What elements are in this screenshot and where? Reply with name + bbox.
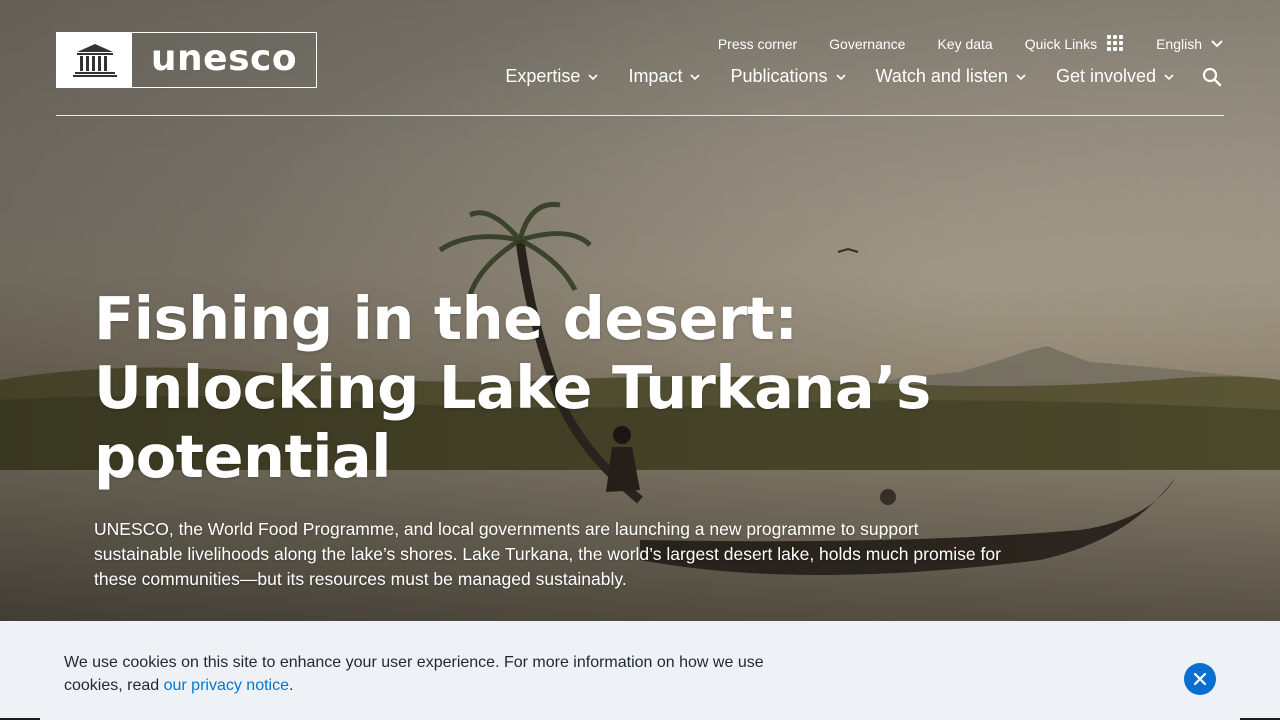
close-icon <box>1193 672 1207 686</box>
language-selector[interactable]: English <box>1156 36 1224 52</box>
cookie-message: We use cookies on this site to enhance y… <box>64 651 784 697</box>
chevron-down-icon <box>1164 73 1174 80</box>
nav-get-involved[interactable]: Get involved <box>1056 66 1174 87</box>
chevron-down-icon <box>588 73 599 80</box>
privacy-notice-link[interactable]: our privacy notice <box>164 677 289 694</box>
governance-link[interactable]: Governance <box>829 36 905 52</box>
logo-wordmark: unesco <box>150 37 298 79</box>
cookie-banner: We use cookies on this site to enhance y… <box>0 621 1280 720</box>
nav-watch-and-listen[interactable]: Watch and listen <box>876 66 1026 87</box>
page-title: Fishing in the desert: Unlocking Lake Tu… <box>94 284 931 491</box>
nav-publications[interactable]: Publications <box>730 66 846 87</box>
unesco-temple-emblem-icon <box>57 33 132 87</box>
chevron-down-icon <box>1016 73 1026 80</box>
nav-label: Impact <box>628 66 683 86</box>
quick-links-label: Quick Links <box>1024 35 1098 52</box>
chevron-down-icon <box>1211 39 1223 47</box>
unesco-logo[interactable]: unesco <box>56 32 317 88</box>
quick-links-button[interactable]: Quick Links <box>1025 35 1124 52</box>
search-icon[interactable] <box>1202 67 1222 87</box>
page-lede: UNESCO, the World Food Programme, and lo… <box>94 519 1001 589</box>
nav-label: Get involved <box>1055 66 1156 86</box>
chevron-down-icon <box>835 73 846 80</box>
main-nav: Expertise Impact Publications Watch and … <box>475 66 1224 87</box>
grid-dots-icon <box>1107 35 1124 52</box>
key-data-link[interactable]: Key data <box>937 36 992 52</box>
nav-impact[interactable]: Impact <box>628 66 701 87</box>
press-corner-link[interactable]: Press corner <box>718 36 797 52</box>
nav-expertise[interactable]: Expertise <box>505 66 599 87</box>
site-header: unesco Press corner Governance Key data … <box>56 32 1224 116</box>
utility-nav: Press corner Governance Key data Quick L… <box>686 35 1224 52</box>
nav-label: Watch and listen <box>875 66 1008 86</box>
chevron-down-icon <box>690 73 701 80</box>
cookie-text-end: . <box>289 677 294 694</box>
cookie-close-button[interactable] <box>1184 663 1216 695</box>
nav-label: Publications <box>730 66 828 86</box>
nav-label: Expertise <box>505 66 581 86</box>
language-label: English <box>1156 35 1202 52</box>
